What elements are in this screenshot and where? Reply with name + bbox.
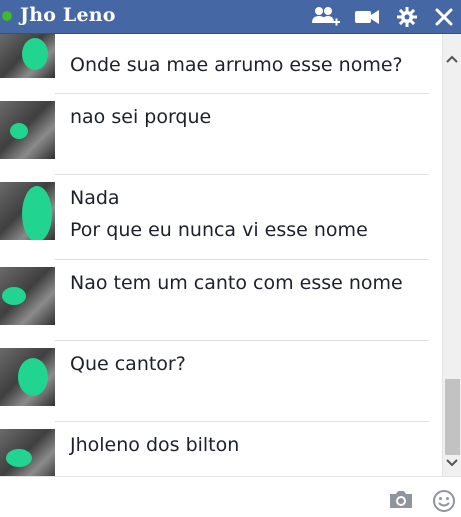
message-group: Nao tem um canto com esse nome — [0, 260, 442, 340]
close-icon[interactable] — [432, 4, 456, 30]
message-text: Nada — [70, 187, 120, 209]
message-group: Jholeno dos bilton — [0, 422, 442, 476]
message-input[interactable] — [8, 483, 372, 509]
avatar-scribble — [6, 449, 32, 467]
avatar-scribble — [10, 123, 28, 139]
add-friend-icon[interactable] — [310, 4, 342, 30]
avatar[interactable] — [0, 267, 55, 325]
contact-name[interactable]: Jho Leno — [20, 4, 116, 26]
message-text: nao sei porque — [70, 106, 212, 128]
message-list[interactable]: Onde sua mae arrumo esse nome? nao sei p… — [0, 34, 442, 476]
chevron-down-icon[interactable] — [443, 454, 461, 472]
message-group: Que cantor? — [0, 341, 442, 421]
chevron-up-icon[interactable] — [443, 50, 461, 68]
gear-icon[interactable] — [394, 4, 420, 30]
avatar-scribble — [18, 358, 48, 396]
video-call-icon[interactable] — [352, 4, 382, 30]
camera-icon[interactable] — [388, 489, 414, 513]
message-group: Onde sua mae arrumo esse nome? — [0, 34, 442, 86]
avatar-scribble — [22, 186, 52, 240]
online-status-dot — [2, 11, 12, 21]
message-text: Por que eu nunca vi esse nome — [70, 219, 368, 241]
message-group: Nada Por que eu nunca vi esse nome — [0, 175, 442, 259]
emoji-icon[interactable] — [432, 489, 456, 517]
avatar-scribble — [22, 38, 48, 70]
message-text: Nao tem um canto com esse nome — [70, 272, 403, 294]
message-composer — [0, 476, 461, 513]
chat-titlebar[interactable]: Jho Leno — [0, 0, 461, 34]
avatar[interactable] — [0, 101, 55, 159]
avatar-scribble — [2, 287, 26, 305]
scrollbar-thumb[interactable] — [445, 379, 460, 455]
message-text: Que cantor? — [70, 353, 186, 375]
avatar[interactable] — [0, 182, 55, 240]
message-scrollbar[interactable] — [442, 34, 461, 476]
avatar[interactable] — [0, 348, 55, 406]
message-group: nao sei porque — [0, 94, 442, 174]
avatar[interactable] — [0, 429, 55, 476]
avatar[interactable] — [0, 34, 55, 78]
message-text: Jholeno dos bilton — [70, 434, 240, 456]
message-text: Onde sua mae arrumo esse nome? — [70, 54, 403, 76]
